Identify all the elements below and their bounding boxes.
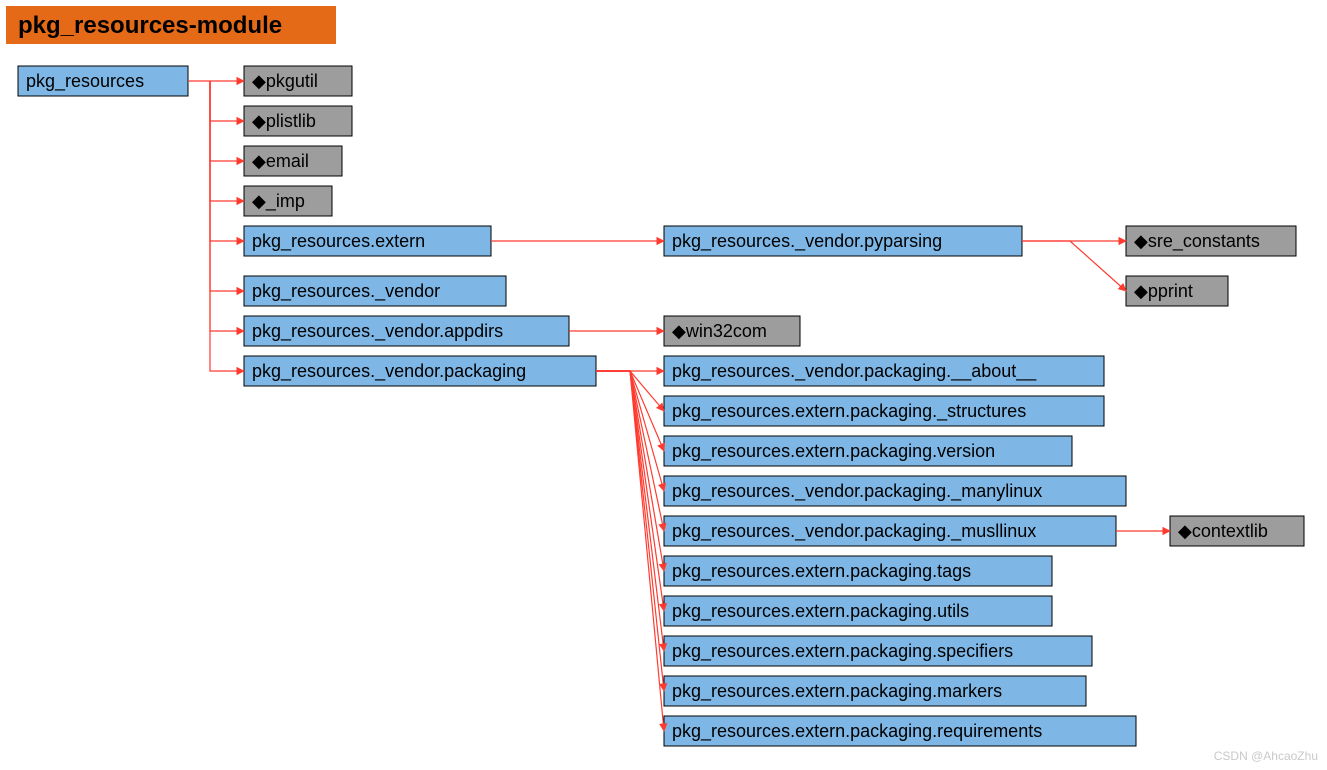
edge — [596, 371, 664, 731]
node-vendor-packaging-label: pkg_resources._vendor.packaging — [252, 361, 526, 382]
node-email-label: ◆email — [252, 151, 309, 171]
node-sre-constants-label: ◆sre_constants — [1134, 231, 1260, 252]
node-vendor-label: pkg_resources._vendor — [252, 281, 440, 302]
node-pkgutil-label: ◆pkgutil — [252, 71, 318, 91]
node-pprint-label: ◆pprint — [1134, 281, 1193, 301]
node-win32com-label: ◆win32com — [672, 321, 767, 341]
edge — [210, 81, 244, 291]
node-contextlib-label: ◆contextlib — [1178, 521, 1268, 541]
node-extern-label: pkg_resources.extern — [252, 231, 425, 252]
watermark: CSDN @AhcaoZhu — [1214, 749, 1318, 763]
edge — [596, 371, 664, 611]
node-pkg-version-label: pkg_resources.extern.packaging.version — [672, 441, 995, 462]
node-pkg-manylinux-label: pkg_resources._vendor.packaging._manylin… — [672, 481, 1042, 502]
edge — [210, 81, 244, 201]
edge — [1022, 241, 1126, 291]
diagram-title: pkg_resources-module — [18, 12, 282, 39]
node-pkg-utils-label: pkg_resources.extern.packaging.utils — [672, 601, 969, 622]
node-pkg-requirements-label: pkg_resources.extern.packaging.requireme… — [672, 721, 1042, 742]
node-pkg-musllinux-label: pkg_resources._vendor.packaging._musllin… — [672, 521, 1036, 542]
edge — [596, 371, 664, 691]
edge — [596, 371, 664, 531]
node-plistlib-label: ◆plistlib — [252, 111, 316, 131]
edge — [596, 371, 664, 491]
node-vendor-pyparsing-label: pkg_resources._vendor.pyparsing — [672, 231, 942, 252]
node-pkg-tags-label: pkg_resources.extern.packaging.tags — [672, 561, 971, 582]
node-pkg-structures-label: pkg_resources.extern.packaging._structur… — [672, 401, 1026, 422]
node-vendor-appdirs-label: pkg_resources._vendor.appdirs — [252, 321, 503, 342]
edge — [210, 81, 244, 371]
node-pkg-specifiers-label: pkg_resources.extern.packaging.specifier… — [672, 641, 1013, 662]
edge — [210, 81, 244, 331]
node-imp-label: ◆_imp — [252, 191, 305, 212]
node-pkg-resources-label: pkg_resources — [26, 71, 144, 92]
edge — [210, 81, 244, 121]
edge — [596, 371, 664, 451]
node-pkg-about-label: pkg_resources._vendor.packaging.__about_… — [672, 361, 1037, 382]
node-pkg-markers-label: pkg_resources.extern.packaging.markers — [672, 681, 1002, 702]
